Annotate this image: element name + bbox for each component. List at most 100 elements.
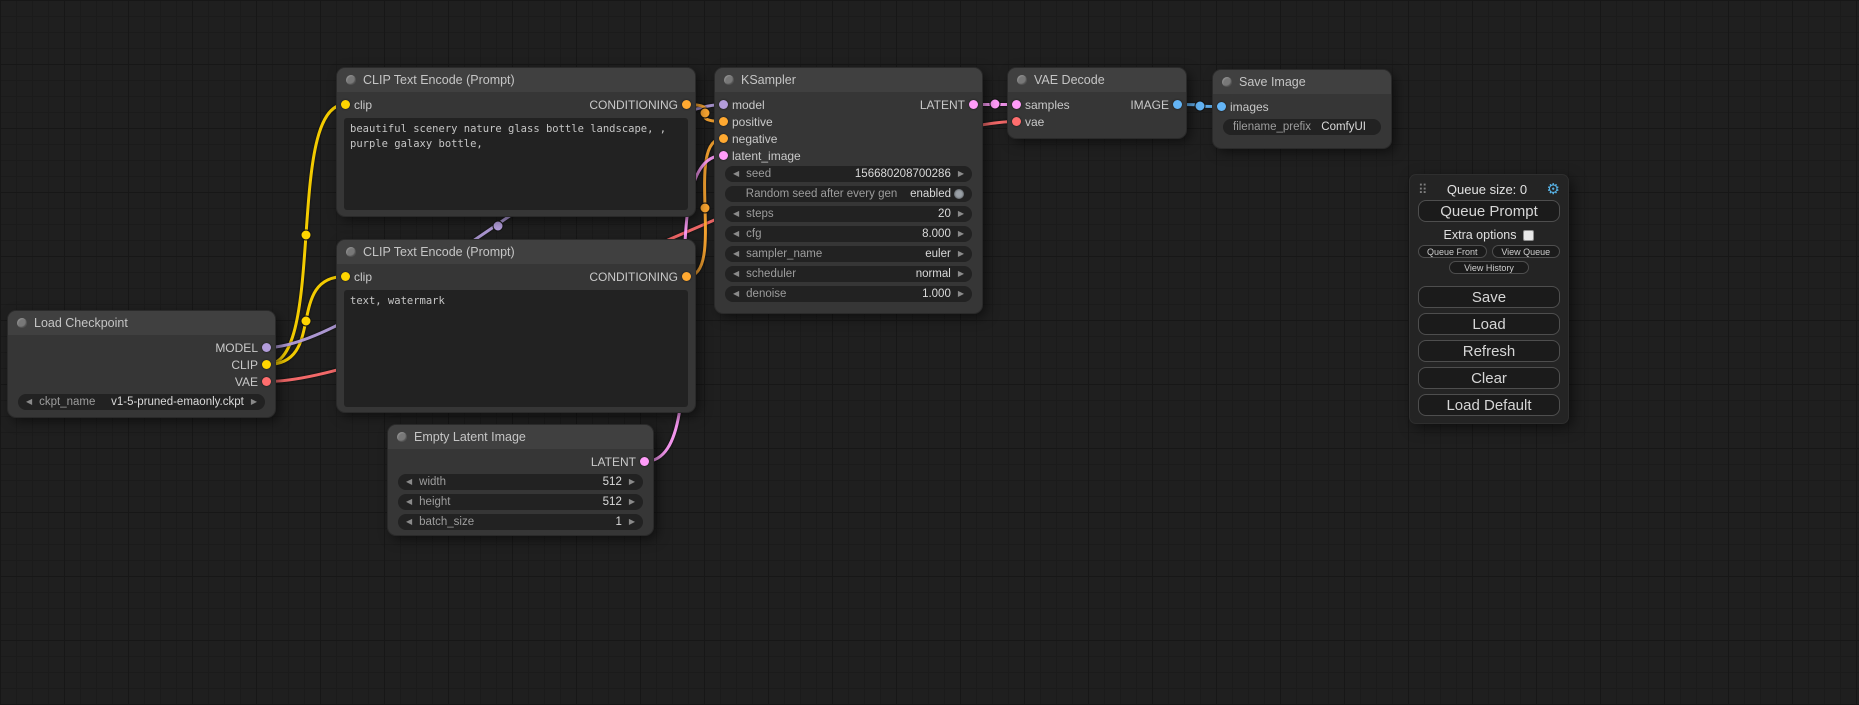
widget-sampler-name[interactable]: ◀ sampler_name euler ▶ — [725, 246, 972, 262]
increment-arrow-icon[interactable]: ▶ — [958, 170, 964, 178]
node-load-checkpoint[interactable]: Load Checkpoint MODEL CLIP VAE ◀ ckpt_na… — [8, 311, 275, 417]
latent-output-dot[interactable] — [640, 457, 649, 466]
decrement-arrow-icon[interactable]: ◀ — [733, 210, 739, 218]
drag-handle-icon[interactable]: ⠿ — [1418, 183, 1428, 196]
node-title-bar[interactable]: Save Image — [1213, 70, 1391, 94]
model-input-dot[interactable] — [719, 100, 728, 109]
link-midpoint-dot — [990, 99, 1000, 109]
widget-ckpt-name[interactable]: ◀ ckpt_name v1-5-pruned-emaonly.ckpt ▶ — [18, 394, 265, 410]
positive-prompt-textarea[interactable]: beautiful scenery nature glass bottle la… — [344, 118, 688, 210]
decrement-arrow-icon[interactable]: ◀ — [733, 230, 739, 238]
conditioning-output-dot[interactable] — [682, 100, 691, 109]
conditioning-output-dot[interactable] — [682, 272, 691, 281]
increment-arrow-icon[interactable]: ▶ — [629, 498, 635, 506]
widget-label: cfg — [746, 228, 761, 240]
clip-output-dot[interactable] — [262, 360, 271, 369]
node-title: CLIP Text Encode (Prompt) — [363, 245, 515, 259]
decrement-arrow-icon[interactable]: ◀ — [406, 478, 412, 486]
load-default-button[interactable]: Load Default — [1418, 394, 1560, 416]
widget-label: height — [419, 496, 450, 508]
widget-value: 1 — [615, 516, 621, 528]
decrement-arrow-icon[interactable]: ◀ — [406, 518, 412, 526]
increment-arrow-icon[interactable]: ▶ — [629, 518, 635, 526]
queue-prompt-button[interactable]: Queue Prompt — [1418, 200, 1560, 222]
widget-cfg[interactable]: ◀ cfg 8.000 ▶ — [725, 226, 972, 242]
vae-input-dot[interactable] — [1012, 117, 1021, 126]
node-empty-latent-image[interactable]: Empty Latent Image LATENT ◀ width 512 ▶ … — [388, 425, 653, 535]
collapse-dot-icon[interactable] — [1222, 77, 1232, 87]
decrement-arrow-icon[interactable]: ◀ — [26, 398, 32, 406]
model-output-dot[interactable] — [262, 343, 271, 352]
save-button[interactable]: Save — [1418, 286, 1560, 308]
widget-label: ckpt_name — [39, 396, 95, 408]
increment-arrow-icon[interactable]: ▶ — [958, 250, 964, 258]
clip-input-dot[interactable] — [341, 100, 350, 109]
collapse-dot-icon[interactable] — [17, 318, 27, 328]
node-title-bar[interactable]: Load Checkpoint — [8, 311, 275, 335]
widget-filename-prefix[interactable]: filename_prefix ComfyUI — [1223, 119, 1381, 135]
increment-arrow-icon[interactable]: ▶ — [251, 398, 257, 406]
node-graph-canvas[interactable]: { "colors": { "model": "#B39DDB", "clip"… — [0, 0, 1859, 705]
latent-output-dot[interactable] — [969, 100, 978, 109]
widget-height[interactable]: ◀ height 512 ▶ — [398, 494, 643, 510]
clip-input-dot[interactable] — [341, 272, 350, 281]
node-ksampler[interactable]: KSampler model LATENT positive negative … — [715, 68, 982, 313]
collapse-dot-icon[interactable] — [1017, 75, 1027, 85]
widget-value: enabled — [910, 188, 951, 200]
node-clip-text-encode-negative[interactable]: CLIP Text Encode (Prompt) clip CONDITION… — [337, 240, 695, 412]
collapse-dot-icon[interactable] — [346, 75, 356, 85]
increment-arrow-icon[interactable]: ▶ — [629, 478, 635, 486]
widget-steps[interactable]: ◀ steps 20 ▶ — [725, 206, 972, 222]
view-queue-button[interactable]: View Queue — [1492, 245, 1561, 258]
widget-random-seed[interactable]: Random seed after every gen enabled — [725, 186, 972, 202]
widget-value: euler — [925, 248, 951, 260]
decrement-arrow-icon[interactable]: ◀ — [406, 498, 412, 506]
collapse-dot-icon[interactable] — [397, 432, 407, 442]
widget-denoise[interactable]: ◀ denoise 1.000 ▶ — [725, 286, 972, 302]
node-title-bar[interactable]: CLIP Text Encode (Prompt) — [337, 68, 695, 92]
decrement-arrow-icon[interactable]: ◀ — [733, 250, 739, 258]
widget-value: 8.000 — [922, 228, 951, 240]
queue-front-button[interactable]: Queue Front — [1418, 245, 1487, 258]
positive-input-dot[interactable] — [719, 117, 728, 126]
toggle-knob-icon[interactable] — [954, 189, 964, 199]
negative-prompt-textarea[interactable]: text, watermark — [344, 290, 688, 407]
decrement-arrow-icon[interactable]: ◀ — [733, 170, 739, 178]
widget-value: 20 — [938, 208, 951, 220]
widget-width[interactable]: ◀ width 512 ▶ — [398, 474, 643, 490]
widget-label: seed — [746, 168, 771, 180]
latent-image-input-dot[interactable] — [719, 151, 728, 160]
samples-input-dot[interactable] — [1012, 100, 1021, 109]
vae-output-dot[interactable] — [262, 377, 271, 386]
node-vae-decode[interactable]: VAE Decode samples IMAGE vae — [1008, 68, 1186, 138]
node-title: Empty Latent Image — [414, 430, 526, 444]
node-title-bar[interactable]: Empty Latent Image — [388, 425, 653, 449]
refresh-button[interactable]: Refresh — [1418, 340, 1560, 362]
decrement-arrow-icon[interactable]: ◀ — [733, 270, 739, 278]
increment-arrow-icon[interactable]: ▶ — [958, 270, 964, 278]
increment-arrow-icon[interactable]: ▶ — [958, 290, 964, 298]
images-input-dot[interactable] — [1217, 102, 1226, 111]
node-save-image[interactable]: Save Image images filename_prefix ComfyU… — [1213, 70, 1391, 148]
input-slot-samples: samples — [1008, 96, 1070, 113]
widget-scheduler[interactable]: ◀ scheduler normal ▶ — [725, 266, 972, 282]
slot-label: clip — [354, 98, 372, 112]
widget-seed[interactable]: ◀ seed 156680208700286 ▶ — [725, 166, 972, 182]
increment-arrow-icon[interactable]: ▶ — [958, 230, 964, 238]
collapse-dot-icon[interactable] — [346, 247, 356, 257]
node-title-bar[interactable]: VAE Decode — [1008, 68, 1186, 92]
load-button[interactable]: Load — [1418, 313, 1560, 335]
node-title-bar[interactable]: CLIP Text Encode (Prompt) — [337, 240, 695, 264]
settings-gear-icon[interactable]: ⚙ — [1547, 182, 1560, 197]
collapse-dot-icon[interactable] — [724, 75, 734, 85]
node-title-bar[interactable]: KSampler — [715, 68, 982, 92]
extra-options-checkbox[interactable] — [1523, 230, 1534, 241]
negative-input-dot[interactable] — [719, 134, 728, 143]
decrement-arrow-icon[interactable]: ◀ — [733, 290, 739, 298]
node-clip-text-encode-positive[interactable]: CLIP Text Encode (Prompt) clip CONDITION… — [337, 68, 695, 216]
increment-arrow-icon[interactable]: ▶ — [958, 210, 964, 218]
clear-button[interactable]: Clear — [1418, 367, 1560, 389]
image-output-dot[interactable] — [1173, 100, 1182, 109]
view-history-button[interactable]: View History — [1449, 261, 1529, 274]
widget-batch-size[interactable]: ◀ batch_size 1 ▶ — [398, 514, 643, 530]
